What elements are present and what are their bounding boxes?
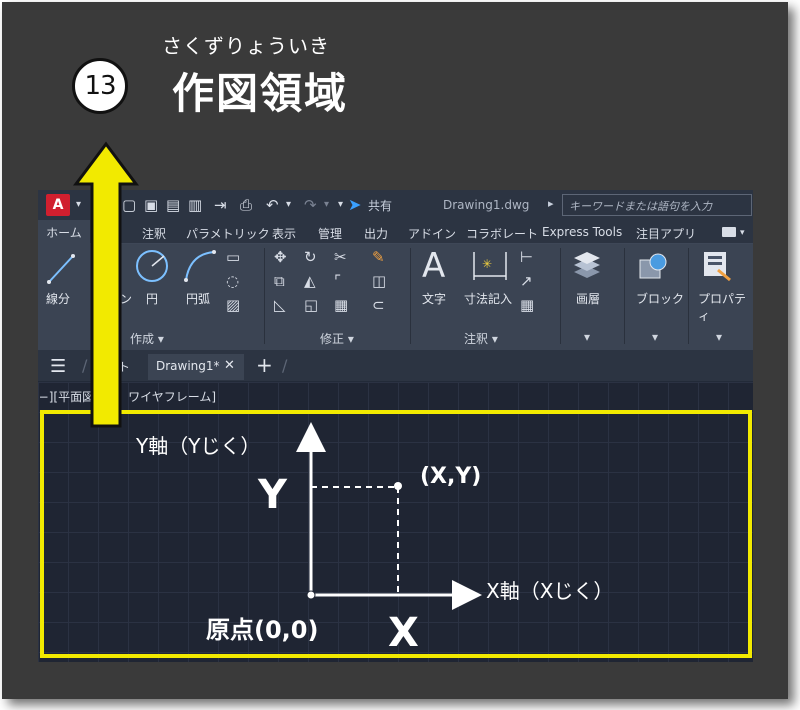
- origin-point: [306, 590, 316, 600]
- x-letter: X: [388, 610, 419, 656]
- x-axis-label: X軸（Xじく）: [486, 579, 614, 603]
- point-label: (X,Y): [420, 464, 482, 489]
- y-letter: Y: [258, 472, 287, 518]
- coordinate-diagram: [296, 422, 482, 610]
- y-axis-label: Y軸（Yじく）: [136, 434, 261, 458]
- point-xy: [394, 482, 402, 490]
- origin-label: 原点(0,0): [206, 616, 319, 644]
